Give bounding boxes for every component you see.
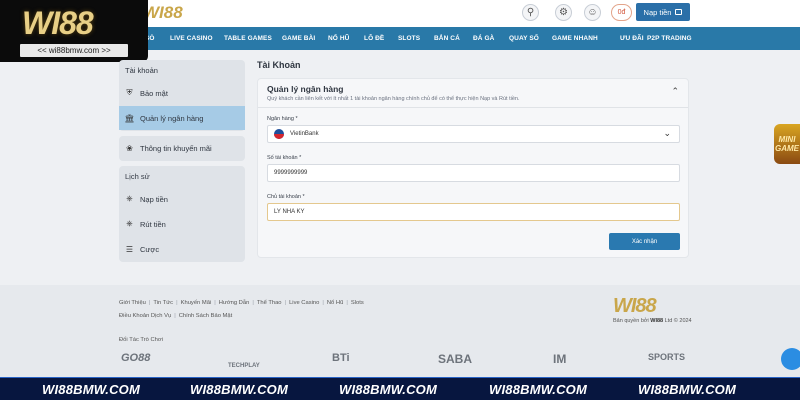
logo-badge[interactable]: WI88 << wi88bmw.com >> [0, 0, 148, 62]
footer-link[interactable]: Live Casino [289, 300, 319, 306]
banner-text: WI88BMW.COM [489, 382, 588, 397]
deposit-icon: ⎈ [126, 194, 133, 203]
banner-text: WI88BMW.COM [190, 382, 289, 397]
sidebar-item-bet-history[interactable]: ☰ Cược [119, 237, 245, 261]
nav-item-slots[interactable]: SLOTS [398, 27, 420, 50]
footer-link[interactable]: Chính Sách Bảo Mật [179, 313, 233, 319]
account-holder-field[interactable]: LY NHA KY [267, 203, 680, 221]
partners-label: Đối Tác Trò Chơi [119, 337, 163, 343]
bottom-banner: WI88BMW.COM WI88BMW.COM WI88BMW.COM WI88… [0, 377, 800, 400]
footer: Giới Thiệu | Tin Tức | Khuyến Mãi | Hướng D… [0, 285, 800, 377]
account-number-label: Số tài khoản * [267, 155, 302, 161]
footer-link[interactable]: Slots [351, 300, 364, 306]
chevron-down-icon: ⌄ [663, 128, 671, 138]
sidebar-item-bank-management[interactable]: 🏛 Quản lý ngân hàng [119, 106, 245, 130]
sidebar-history-group: Lịch sử ⎈ Nạp tiền ⎈ Rút tiền ☰ Cược [119, 166, 245, 262]
partner-logo-sports: SPORTS [648, 352, 686, 362]
copyright: Bản quyền bởi WI88 Ltd © 2024 [613, 318, 692, 324]
sidebar-account-heading: Tài khoản [125, 66, 158, 75]
footer-link[interactable]: Giới Thiệu [119, 300, 146, 306]
sidebar-item-label: Quản lý ngân hàng [140, 113, 204, 123]
logo-url: << wi88bmw.com >> [20, 44, 128, 57]
account-number-value: 9999999999 [274, 170, 308, 176]
bank-management-panel: Quản lý ngân hàng Quý khách cần liên kết… [257, 78, 689, 258]
user-icon[interactable]: ☺ [584, 4, 601, 21]
sidebar-item-label: Bảo mật [140, 88, 168, 98]
partner-logo-bti: BTi [332, 352, 350, 364]
deposit-button-label: Nạp tiền [643, 7, 672, 17]
footer-link[interactable]: Hướng Dẫn [219, 300, 250, 306]
footer-link[interactable]: Thể Thao [257, 300, 282, 306]
nav-item-ban-ca[interactable]: BẮN CÁ [434, 27, 460, 50]
bet-icon: ☰ [125, 244, 134, 254]
balance-badge[interactable]: 0đ [611, 4, 632, 21]
sidebar-promo-group: ❀ Thông tin khuyến mãi [119, 136, 245, 161]
logo-mark: WI88 [22, 5, 94, 41]
header-deposit-button[interactable]: Nạp tiền [636, 3, 690, 21]
partner-logo-techplay: TECHPLAY [228, 363, 260, 369]
mini-game-button[interactable]: MINI GAME [774, 124, 800, 164]
footer-logo: WI88 [613, 295, 657, 317]
chat-icon[interactable] [781, 348, 800, 370]
nav-item-no-hu[interactable]: NỔ HŨ [328, 27, 349, 50]
nav-item-uu-dai[interactable]: ƯU ĐÃI [620, 27, 644, 50]
panel-title: Quản lý ngân hàng [267, 84, 344, 94]
sidebar-item-security[interactable]: ⛨ Bảo mật [119, 81, 245, 105]
settings-icon[interactable]: ⚙ [555, 4, 572, 21]
sidebar-item-promotions[interactable]: ❀ Thông tin khuyến mãi [119, 136, 245, 160]
partner-logo-go88: GO88 [121, 352, 151, 364]
footer-link[interactable]: Điều Khoản Dịch Vụ [119, 313, 171, 319]
panel-header[interactable]: Quản lý ngân hàng Quý khách cần liên kết… [258, 79, 688, 108]
sidebar-item-withdraw-history[interactable]: ⎈ Rút tiền [119, 212, 245, 236]
nav-item-lo-de[interactable]: LÔ ĐỀ [364, 27, 384, 50]
confirm-button[interactable]: Xác nhận [609, 233, 680, 250]
nav-item-da-ga[interactable]: ĐÁ GÀ [473, 27, 494, 50]
sidebar-history-heading: Lịch sử [125, 172, 150, 181]
footer-link[interactable]: Tin Tức [153, 300, 173, 306]
nav-item-game-nhanh[interactable]: GAME NHANH [552, 27, 598, 50]
panel-subtitle: Quý khách cần liên kết với ít nhất 1 tài… [267, 96, 520, 102]
nav-item-table-games[interactable]: TABLE GAMES [224, 27, 272, 50]
footer-link[interactable]: Nổ Hũ [327, 300, 343, 306]
account-holder-value: LY NHA KY [274, 209, 305, 215]
sidebar-account-group: Tài khoản ⛨ Bảo mật 🏛 Quản lý ngân hàng [119, 60, 245, 131]
nav-item-game-bai[interactable]: GAME BÀI [282, 27, 315, 50]
account-holder-label: Chủ tài khoản * [267, 194, 305, 200]
account-number-field[interactable]: 9999999999 [267, 164, 680, 182]
footer-links-row1: Giới Thiệu | Tin Tức | Khuyến Mãi | Hướng D… [119, 300, 364, 306]
partner-logo-saba: SABA [438, 352, 473, 366]
banner-text: WI88BMW.COM [339, 382, 438, 397]
sidebar-item-label: Thông tin khuyến mãi [140, 143, 212, 153]
bank-select[interactable]: VietinBank ⌄ [267, 125, 680, 143]
footer-links-row2: Điều Khoản Dịch Vụ | Chính Sách Bảo Mật [119, 313, 233, 319]
bank-select-value: VietinBank [290, 131, 319, 137]
page-title: Tài Khoản [257, 60, 301, 70]
sidebar-item-label: Rút tiền [140, 219, 166, 229]
bank-icon: 🏛 [124, 113, 135, 123]
chevron-up-icon[interactable]: ⌃ [671, 86, 679, 97]
gift-icon: ❀ [126, 143, 133, 153]
banner-text: WI88BMW.COM [638, 382, 737, 397]
sidebar-item-label: Cược [140, 244, 160, 254]
partner-logo-im: IM [553, 352, 567, 366]
nav-item-live-casino[interactable]: LIVE CASINO [170, 27, 213, 50]
withdraw-icon: ⎈ [126, 219, 133, 228]
sidebar-item-deposit-history[interactable]: ⎈ Nạp tiền [119, 187, 245, 211]
wallet-icon [675, 9, 683, 15]
nav-item-p2p-trading[interactable]: P2P TRADING [647, 27, 692, 50]
search-icon[interactable]: ⚲ [522, 4, 539, 21]
banner-text: WI88BMW.COM [42, 382, 141, 397]
bank-label: Ngân hàng * [267, 116, 298, 122]
footer-link[interactable]: Khuyến Mãi [181, 300, 212, 306]
header-logo[interactable]: WI88 [143, 3, 183, 23]
shield-icon: ⛨ [126, 88, 133, 97]
bank-logo-icon [274, 129, 284, 139]
nav-item-quay-so[interactable]: QUAY SỐ [509, 27, 539, 50]
sidebar-item-label: Nạp tiền [140, 194, 168, 204]
